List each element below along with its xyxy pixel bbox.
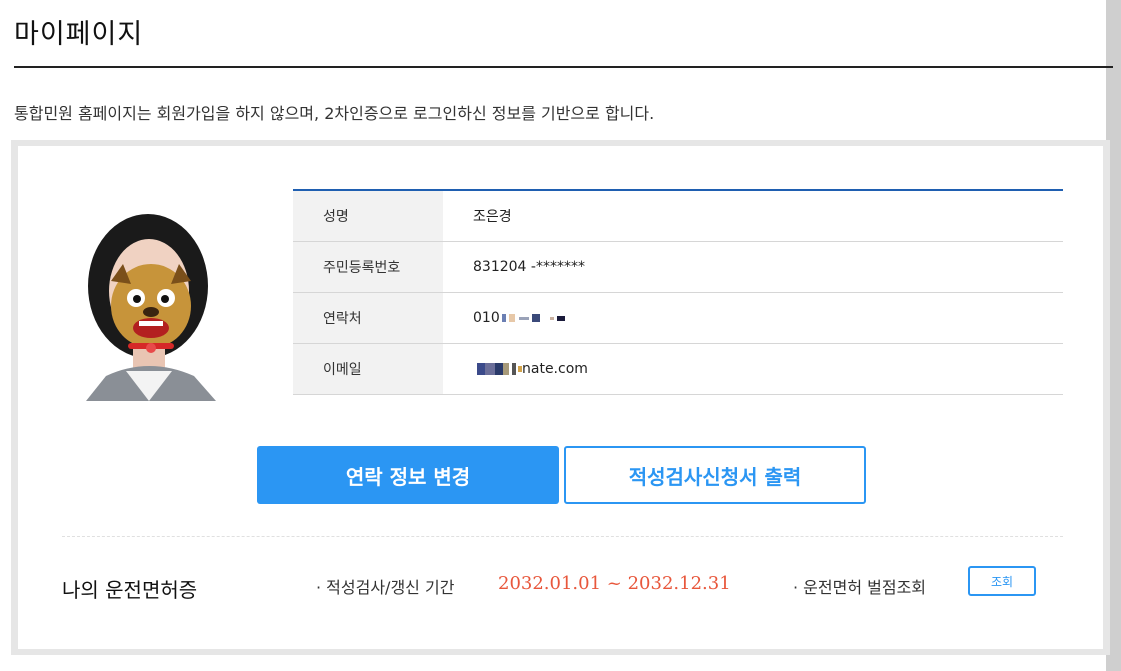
row-resident-number: 주민등록번호 831204 -******* — [293, 242, 1063, 293]
penalty-lookup-label: · 운전면허 벌점조회 — [793, 578, 927, 597]
redaction-mark — [518, 316, 529, 320]
redaction-mark — [508, 314, 515, 322]
redaction-mark — [477, 363, 485, 375]
license-section-title: 나의 운전면허증 — [62, 578, 198, 602]
redaction-mark — [531, 314, 540, 322]
profile-photo-image — [86, 214, 216, 401]
redaction-mark — [549, 316, 554, 320]
value-email-cell: nate.com — [443, 344, 1063, 394]
profile-card: 성명 조은경 주민등록번호 831204 -******* 연락처 010 이메… — [18, 146, 1103, 649]
redaction-mark — [556, 315, 565, 321]
change-contact-button[interactable]: 연락 정보 변경 — [257, 446, 559, 504]
section-divider — [62, 536, 1063, 537]
value-phone: 010 — [473, 310, 500, 326]
profile-card-frame: 성명 조은경 주민등록번호 831204 -******* 연락처 010 이메… — [11, 140, 1110, 655]
redaction-mark — [512, 363, 516, 375]
value-phone-cell: 010 — [443, 293, 1063, 343]
my-page: 마이페이지 통합민원 홈페이지는 회원가입을 하지 않으며, 2차인증으로 로그… — [0, 0, 1113, 671]
redaction-mark — [495, 363, 503, 375]
row-name: 성명 조은경 — [293, 191, 1063, 242]
value-resident-number: 831204 -******* — [473, 259, 585, 275]
print-form-button[interactable]: 적성검사신청서 출력 — [564, 446, 866, 504]
label-resident-number: 주민등록번호 — [293, 242, 443, 292]
notice-text: 통합민원 홈페이지는 회원가입을 하지 않으며, 2차인증으로 로그인하신 정보… — [14, 104, 655, 123]
redaction-mark — [501, 314, 506, 322]
penalty-lookup-button[interactable]: 조회 — [968, 566, 1036, 596]
page-title: 마이페이지 — [14, 19, 144, 50]
profile-photo — [76, 206, 226, 401]
redaction-mark — [503, 363, 509, 375]
value-email: nate.com — [522, 361, 588, 377]
title-divider — [14, 66, 1113, 68]
row-email: 이메일 nate.com — [293, 344, 1063, 395]
renewal-period-value: 2032.01.01 ~ 2032.12.31 — [498, 573, 731, 594]
redaction-mark — [485, 363, 495, 375]
row-phone: 연락처 010 — [293, 293, 1063, 344]
renewal-period-label: · 적성검사/갱신 기간 — [316, 578, 455, 597]
value-name: 조은경 — [473, 209, 512, 225]
label-email: 이메일 — [293, 344, 443, 394]
label-name: 성명 — [293, 191, 443, 241]
label-phone: 연락처 — [293, 293, 443, 343]
profile-info-table: 성명 조은경 주민등록번호 831204 -******* 연락처 010 이메… — [293, 189, 1063, 395]
